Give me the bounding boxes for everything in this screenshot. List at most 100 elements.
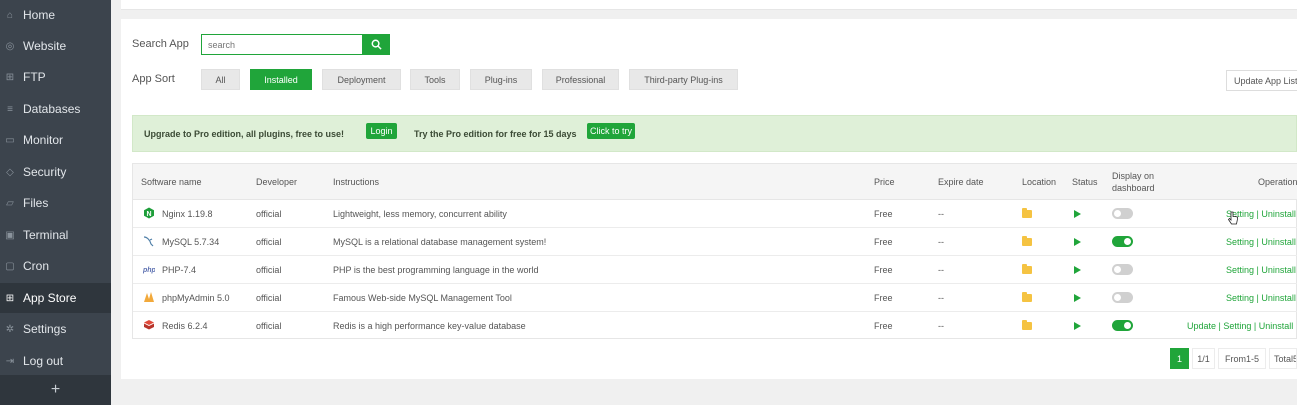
sidebar-item-monitor[interactable]: ▭ Monitor: [0, 125, 111, 155]
developer: official: [256, 321, 282, 331]
sidebar-item-databases[interactable]: ≡ Databases: [0, 94, 111, 124]
table-row: phpMyAdmin 5.0 official Famous Web-side …: [133, 284, 1297, 312]
page-range: From1-5: [1218, 348, 1266, 369]
dashboard-toggle[interactable]: [1112, 208, 1133, 219]
folder-icon[interactable]: [1022, 208, 1032, 218]
sidebar-item-label: Databases: [23, 102, 81, 116]
software-name: Nginx 1.19.8: [162, 209, 213, 219]
add-button[interactable]: +: [0, 375, 111, 405]
sort-plugins-button[interactable]: Plug-ins: [470, 69, 532, 90]
folder-icon[interactable]: [1022, 236, 1032, 246]
clock-icon: ▢: [5, 260, 15, 272]
sidebar-item-label: Home: [23, 8, 56, 22]
sidebar-item-label: Cron: [23, 259, 50, 273]
play-icon[interactable]: [1074, 210, 1081, 218]
play-icon[interactable]: [1074, 322, 1081, 330]
play-icon[interactable]: [1074, 294, 1081, 302]
login-button[interactable]: Login: [366, 123, 397, 139]
sidebar-item-label: Security: [23, 165, 67, 179]
installed-apps-table: Software name Developer Instructions Pri…: [132, 163, 1297, 339]
search-app-label: Search App: [132, 38, 189, 50]
operation-text[interactable]: Setting | Uninstall: [1226, 265, 1296, 275]
sidebar-item-label: Terminal: [23, 228, 69, 242]
software-name: Redis 6.2.4: [162, 321, 208, 331]
operation-links[interactable]: Setting | Uninstall: [1226, 293, 1296, 303]
svg-text:N: N: [146, 211, 151, 218]
table-row: php PHP-7.4 official PHP is the best pro…: [133, 256, 1297, 284]
sort-installed-button[interactable]: Installed: [250, 69, 312, 90]
play-icon[interactable]: [1074, 266, 1081, 274]
search-input[interactable]: [201, 34, 363, 55]
play-icon[interactable]: [1074, 238, 1081, 246]
dashboard-toggle[interactable]: [1112, 264, 1133, 275]
instructions: Famous Web-side MySQL Management Tool: [333, 293, 512, 303]
instructions: Lightweight, less memory, concurrent abi…: [333, 209, 507, 219]
svg-text:php: php: [143, 267, 155, 274]
phpmyadmin-icon: [144, 292, 154, 302]
sidebar-item-label: FTP: [23, 70, 46, 84]
expire-date: --: [938, 209, 944, 219]
software-name: phpMyAdmin 5.0: [162, 293, 230, 303]
sidebar-item-terminal[interactable]: ▣ Terminal: [0, 220, 111, 250]
table-row: Redis 6.2.4 official Redis is a high per…: [133, 312, 1297, 340]
home-icon: ⌂: [6, 9, 14, 21]
sidebar-item-home[interactable]: ⌂ Home: [0, 0, 111, 30]
folder-icon[interactable]: [1022, 264, 1032, 274]
price: Free: [874, 321, 893, 331]
app-store-panel: Search App App Sort All Installed Deploy…: [121, 19, 1297, 379]
update-app-list-button[interactable]: Update App List: [1226, 70, 1297, 91]
promo-trial-text: Try the Pro edition for free for 15 days: [414, 129, 577, 139]
sort-third-party-button[interactable]: Third-party Plug-ins: [629, 69, 738, 90]
operation-links[interactable]: Setting | Uninstall: [1226, 265, 1296, 275]
operation-links[interactable]: Update | Setting | Uninstall: [1187, 321, 1293, 331]
dashboard-toggle[interactable]: [1112, 320, 1133, 331]
gear-icon: ✲: [5, 323, 15, 335]
mysql-icon: [143, 236, 154, 247]
folder-icon: ▱: [6, 197, 14, 209]
app-sort-label: App Sort: [132, 73, 175, 85]
sort-professional-button[interactable]: Professional: [542, 69, 619, 90]
dashboard-toggle[interactable]: [1112, 292, 1133, 303]
sidebar-item-ftp[interactable]: ⊞ FTP: [0, 62, 111, 92]
promo-text: Upgrade to Pro edition, all plugins, fre…: [144, 129, 345, 139]
table-row: N Nginx 1.19.8 official Lightweight, les…: [133, 200, 1297, 228]
expire-date: --: [938, 321, 944, 331]
click-to-try-button[interactable]: Click to try: [587, 123, 635, 139]
col-instructions: Instructions: [333, 177, 380, 187]
sidebar-item-website[interactable]: ◎ Website: [0, 31, 111, 61]
col-expire-date: Expire date: [938, 177, 984, 187]
sidebar-item-settings[interactable]: ✲ Settings: [0, 314, 111, 344]
page-total: Total5: [1269, 348, 1297, 369]
developer: official: [256, 265, 282, 275]
page-1-button[interactable]: 1: [1170, 348, 1189, 369]
developer: official: [256, 237, 282, 247]
sidebar-item-log-out[interactable]: ⇥ Log out: [0, 346, 111, 376]
operation-text[interactable]: Setting | Uninstall: [1226, 237, 1296, 247]
sort-tools-button[interactable]: Tools: [410, 69, 460, 90]
table-header: Software name Developer Instructions Pri…: [133, 164, 1297, 200]
sidebar-item-files[interactable]: ▱ Files: [0, 188, 111, 218]
folder-icon[interactable]: [1022, 292, 1032, 302]
dashboard-toggle[interactable]: [1112, 236, 1133, 247]
developer: official: [256, 293, 282, 303]
col-developer: Developer: [256, 177, 298, 187]
globe-icon: ◎: [5, 40, 15, 52]
sort-all-button[interactable]: All: [201, 69, 240, 90]
grid-icon: ⊞: [5, 292, 15, 304]
search-icon: [371, 39, 382, 50]
operation-text[interactable]: Setting | Uninstall: [1226, 293, 1296, 303]
price: Free: [874, 265, 893, 275]
operation-links[interactable]: Setting | Uninstall: [1226, 237, 1296, 247]
sidebar-item-app-store[interactable]: ⊞ App Store: [0, 283, 111, 313]
sort-deployment-button[interactable]: Deployment: [322, 69, 401, 90]
folder-icon[interactable]: [1022, 320, 1032, 330]
operation-text[interactable]: Update | Setting | Uninstall: [1187, 321, 1293, 331]
software-name: PHP-7.4: [162, 265, 197, 275]
search-button[interactable]: [363, 34, 390, 55]
sidebar-item-security[interactable]: ◇ Security: [0, 157, 111, 187]
sidebar-item-label: Files: [23, 196, 49, 210]
col-display-line1: Display on: [1112, 171, 1155, 181]
sidebar-item-cron[interactable]: ▢ Cron: [0, 251, 111, 281]
sidebar-item-label: App Store: [23, 291, 77, 305]
software-name: MySQL 5.7.34: [162, 237, 220, 247]
